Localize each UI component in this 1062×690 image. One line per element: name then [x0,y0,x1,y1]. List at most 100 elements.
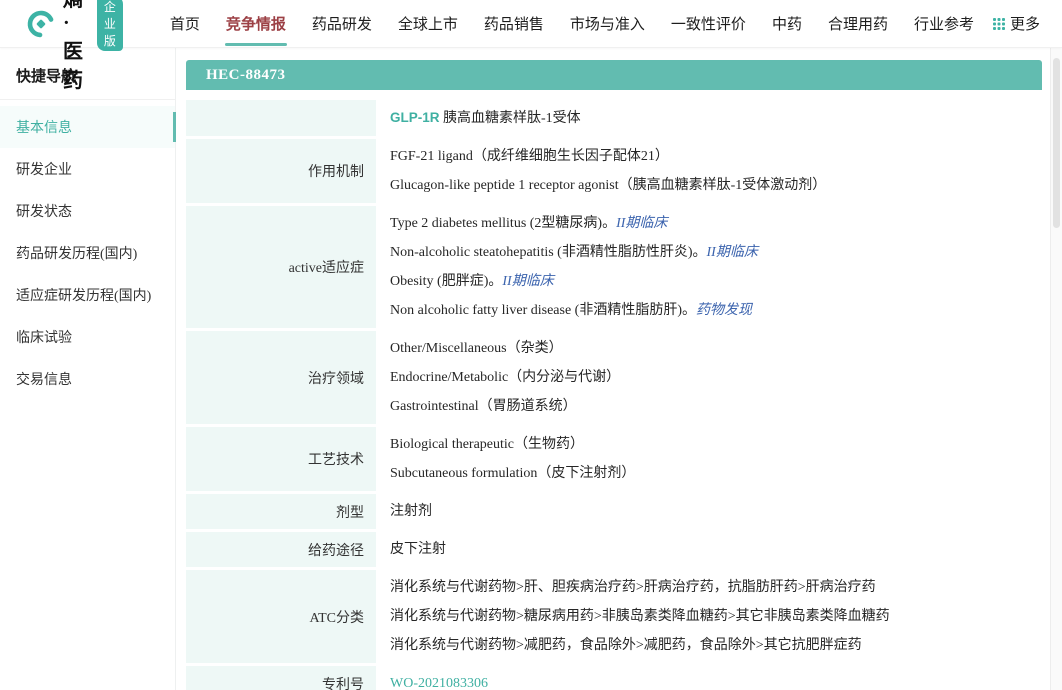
sidebar-item[interactable]: 适应症研发历程(国内) [0,274,175,316]
sidebar-item[interactable]: 研发企业 [0,148,175,190]
sidebar-item[interactable]: 药品研发历程(国内) [0,232,175,274]
nav-item[interactable]: 行业参考 [901,0,987,48]
value-line: WO-2021083306 [390,669,1042,690]
value-link[interactable]: II期临床 [707,245,758,260]
value-text: Subcutaneous formulation（皮下注射剂） [390,466,635,481]
grid-icon [993,18,1005,30]
row-value: FGF-21 ligand（成纤维细胞生长因子配体21） Glucagon-lik… [376,139,1042,203]
row-label: 工艺技术 [186,427,376,491]
value-text: Biological therapeutic（生物药） [390,437,584,452]
value-line: FGF-21 ligand（成纤维细胞生长因子配体21） [390,142,1042,171]
table-row: 给药途径皮下注射 [186,532,1042,567]
table-row: 专利号 WO-2021083306 [186,666,1042,690]
value-link[interactable]: II期临床 [502,274,553,289]
value-text: 消化系统与代谢药物>肝、胆疾病治疗药>肝病治疗药，抗脂肪肝药>肝病治疗药 [390,580,876,595]
nav-item[interactable]: 全球上市 [385,0,471,48]
value-text: Non alcoholic fatty liver disease (非酒精性脂… [390,303,696,318]
value-line: Subcutaneous formulation（皮下注射剂） [390,459,1042,488]
value-line: Glucagon-like peptide 1 receptor agonist… [390,171,1042,200]
nav-item[interactable]: 合理用药 [815,0,901,48]
value-text: Endocrine/Metabolic（内分泌与代谢） [390,370,620,385]
value-text: 注射剂 [390,504,432,519]
value-line: 消化系统与代谢药物>肝、胆疾病治疗药>肝病治疗药，抗脂肪肝药>肝病治疗药 [390,573,1042,602]
row-label: 作用机制 [186,139,376,203]
row-value: Other/Miscellaneous（杂类） Endocrine/Metabol… [376,331,1042,424]
top-navigation: 摩熵·医药 企业版 首页竞争情报药品研发全球上市药品销售市场与准入一致性评价中药… [0,0,1062,48]
value-line: GLP-1R 胰高血糖素样肽-1受体 [390,103,1042,133]
nav-item[interactable]: 一致性评价 [658,0,759,48]
sidebar-item[interactable]: 交易信息 [0,358,175,400]
value-link[interactable]: WO-2021083306 [390,676,488,690]
value-line: 注射剂 [390,497,1042,526]
row-label [186,100,376,136]
edition-badge: 企业版 [97,0,123,51]
value-text: Non-alcoholic steatohepatitis (非酒精性脂肪性肝炎… [390,245,707,260]
row-value: 注射剂 [376,494,1042,529]
table-row: 工艺技术 Biological therapeutic（生物药） Subcutane… [186,427,1042,491]
sidebar-item[interactable]: 研发状态 [0,190,175,232]
value-line: 消化系统与代谢药物>糖尿病用药>非胰岛素类降血糖药>其它非胰岛素类降血糖药 [390,602,1042,631]
row-value: 皮下注射 [376,532,1042,567]
value-line: Obesity (肥胖症)。II期临床 [390,267,1042,296]
scrollbar-thumb[interactable] [1053,58,1060,228]
page-layout: 快捷导航 基本信息研发企业研发状态药品研发历程(国内)适应症研发历程(国内)临床… [0,48,1062,690]
row-label: 给药途径 [186,532,376,567]
value-line: Other/Miscellaneous（杂类） [390,334,1042,363]
table-row: 剂型注射剂 [186,494,1042,529]
nav-more-button[interactable]: 更多 [993,13,1040,34]
scrollbar[interactable] [1050,48,1062,690]
value-text: 皮下注射 [390,542,446,557]
value-line: 消化系统与代谢药物>减肥药，食品除外>减肥药，食品除外>其它抗肥胖症药 [390,631,1042,660]
nav-item[interactable]: 竞争情报 [213,0,299,48]
nav-item[interactable]: 中药 [759,0,815,48]
drug-name: HEC-88473 [206,67,286,83]
logo[interactable]: 摩熵·医药 企业版 [26,0,123,93]
value-text: 消化系统与代谢药物>糖尿病用药>非胰岛素类降血糖药>其它非胰岛素类降血糖药 [390,609,890,624]
nav-item[interactable]: 药品销售 [471,0,557,48]
row-label: 剂型 [186,494,376,529]
nav-item[interactable]: 首页 [157,0,213,48]
value-line: Biological therapeutic（生物药） [390,430,1042,459]
value-text: 消化系统与代谢药物>减肥药，食品除外>减肥药，食品除外>其它抗肥胖症药 [390,638,862,653]
drug-header-bar: HEC-88473 [186,60,1042,90]
value-link[interactable]: 药物发现 [696,303,752,318]
row-value: GLP-1R 胰高血糖素样肽-1受体 [376,100,1042,136]
drug-info-table: GLP-1R 胰高血糖素样肽-1受体作用机制FGF-21 ligand（成纤维细… [186,100,1042,690]
value-text: Glucagon-like peptide 1 receptor agonist… [390,178,826,193]
table-row: active适应症 Type 2 diabetes mellitus (2型糖尿病… [186,206,1042,328]
value-line: 皮下注射 [390,535,1042,564]
value-link[interactable]: II期临床 [616,216,667,231]
sidebar-item[interactable]: 基本信息 [0,106,175,148]
value-line: Endocrine/Metabolic（内分泌与代谢） [390,363,1042,392]
nav-item[interactable]: 市场与准入 [557,0,658,48]
main-nav: 首页竞争情报药品研发全球上市药品销售市场与准入一致性评价中药合理用药行业参考 [157,0,987,48]
value-text: FGF-21 ligand（成纤维细胞生长因子配体21） [390,149,669,164]
row-label: active适应症 [186,206,376,328]
value-text: Type 2 diabetes mellitus (2型糖尿病)。 [390,216,616,231]
value-link[interactable]: GLP-1R [390,110,440,125]
logo-text: 摩熵·医药 [63,0,91,93]
table-row: GLP-1R 胰高血糖素样肽-1受体 [186,100,1042,136]
table-row: ATC分类消化系统与代谢药物>肝、胆疾病治疗药>肝病治疗药，抗脂肪肝药>肝病治疗… [186,570,1042,663]
row-value: WO-2021083306 [376,666,1042,690]
nav-item[interactable]: 药品研发 [299,0,385,48]
value-line: Gastrointestinal（胃肠道系统） [390,392,1042,421]
main-content: HEC-88473 GLP-1R 胰高血糖素样肽-1受体作用机制FGF-21 l… [176,48,1050,690]
nav-more-label: 更多 [1010,13,1040,34]
sidebar-items: 基本信息研发企业研发状态药品研发历程(国内)适应症研发历程(国内)临床试验交易信… [0,100,175,400]
app-window: 摩熵·医药 企业版 首页竞争情报药品研发全球上市药品销售市场与准入一致性评价中药… [0,0,1062,690]
value-line: Non alcoholic fatty liver disease (非酒精性脂… [390,296,1042,325]
value-text: Other/Miscellaneous（杂类） [390,341,563,356]
sidebar: 快捷导航 基本信息研发企业研发状态药品研发历程(国内)适应症研发历程(国内)临床… [0,48,176,690]
row-value: 消化系统与代谢药物>肝、胆疾病治疗药>肝病治疗药，抗脂肪肝药>肝病治疗药消化系统… [376,570,1042,663]
value-line: Non-alcoholic steatohepatitis (非酒精性脂肪性肝炎… [390,238,1042,267]
row-label: 专利号 [186,666,376,690]
table-row: 治疗领域Other/Miscellaneous（杂类）Endocrine/Met… [186,331,1042,424]
value-text: Obesity (肥胖症)。 [390,274,502,289]
value-text: 胰高血糖素样肽-1受体 [440,111,581,126]
sidebar-item[interactable]: 临床试验 [0,316,175,358]
table-row: 作用机制 FGF-21 ligand（成纤维细胞生长因子配体21） Glucagon… [186,139,1042,203]
logo-icon [26,9,56,39]
value-line: Type 2 diabetes mellitus (2型糖尿病)。II期临床 [390,209,1042,238]
row-value: Biological therapeutic（生物药） Subcutaneous … [376,427,1042,491]
